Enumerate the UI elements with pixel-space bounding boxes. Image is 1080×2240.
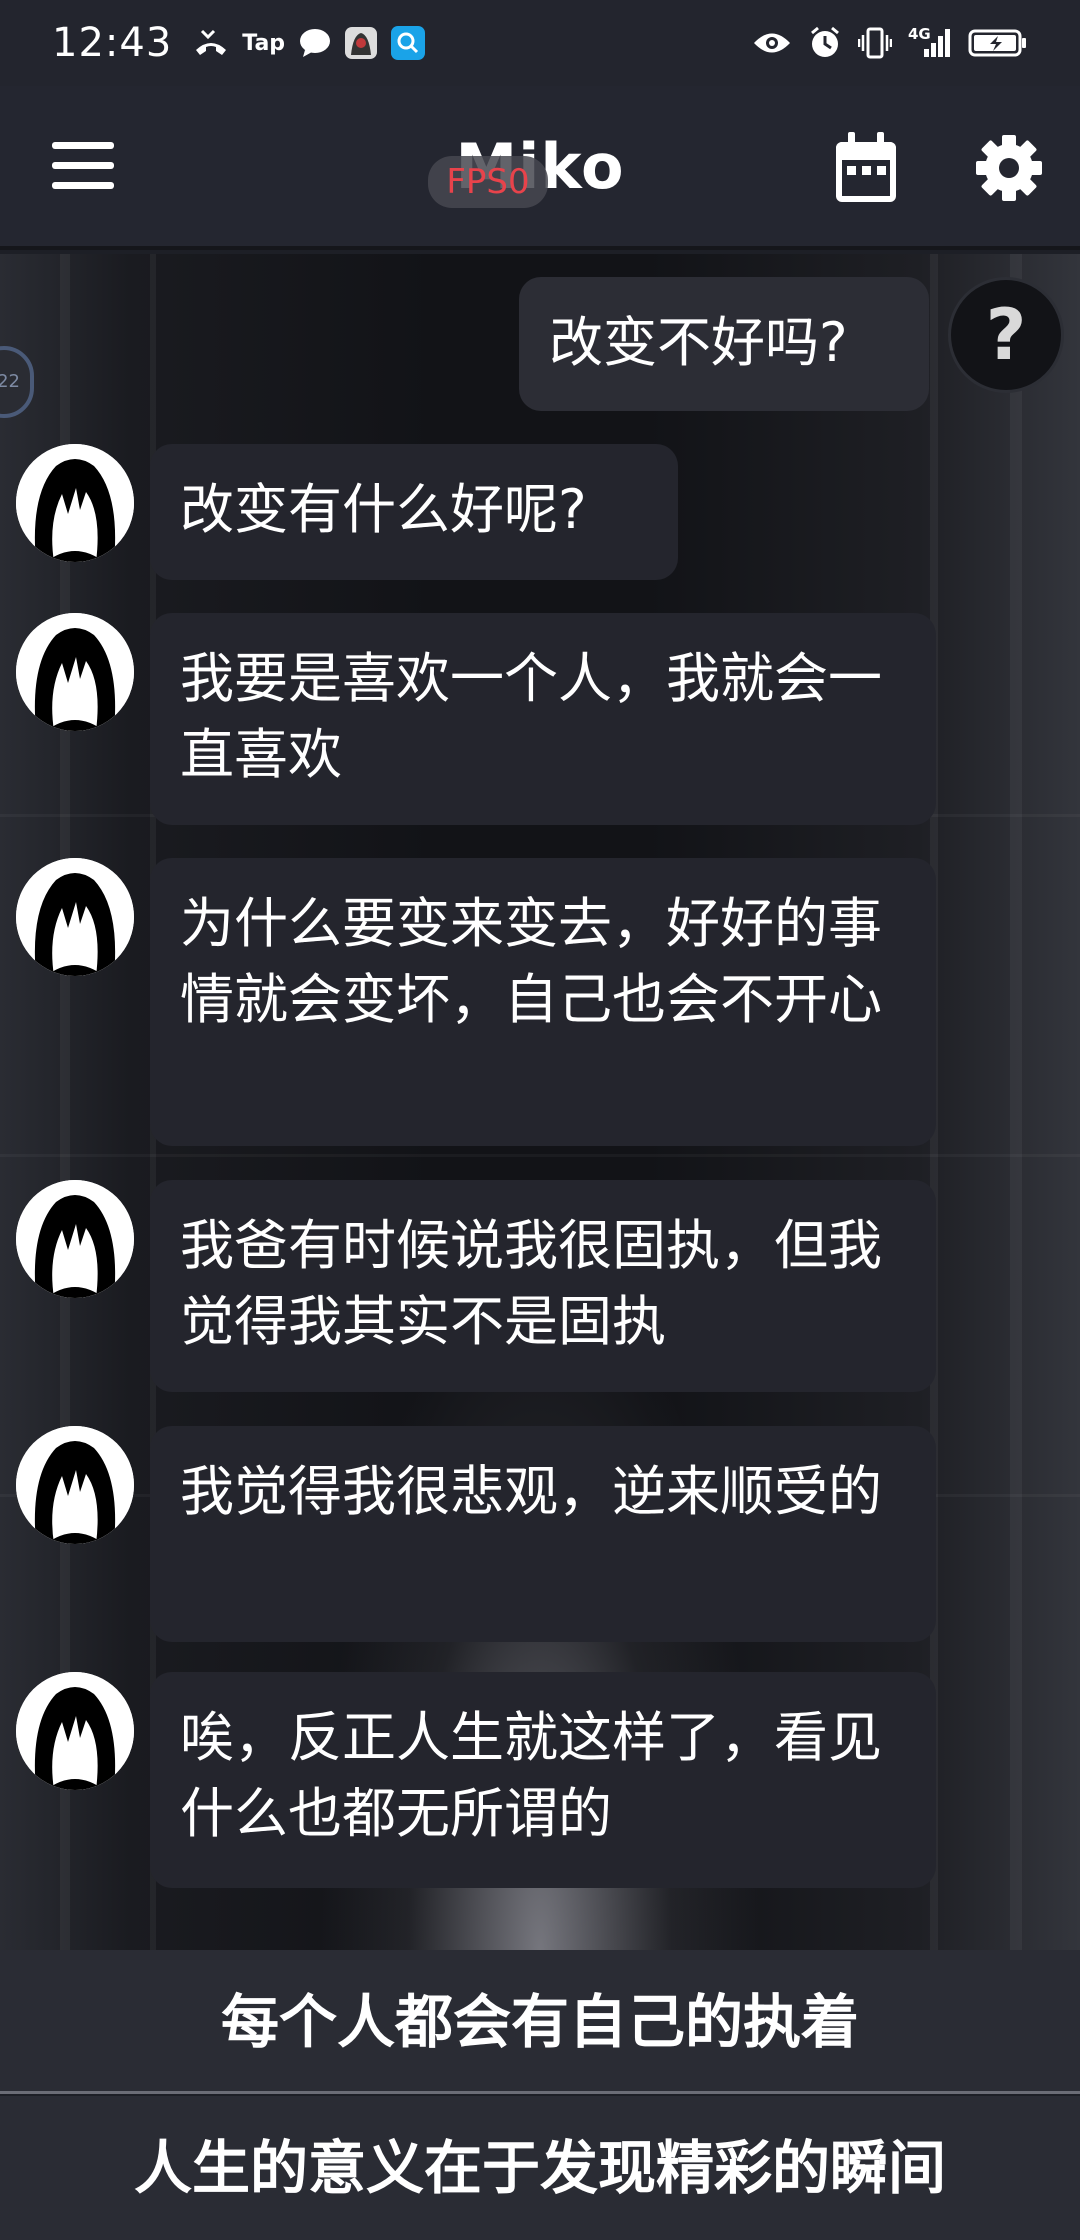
bot-message-bubble: 唉，反正人生就这样了，看见什么也都无所谓的 xyxy=(150,1672,936,1888)
avatar[interactable] xyxy=(16,1426,134,1544)
settings-button[interactable] xyxy=(974,132,1044,204)
status-notification-icons: Tap xyxy=(194,26,426,60)
gear-icon xyxy=(976,135,1042,201)
bot-message-bubble: 改变有什么好呢? xyxy=(150,444,678,580)
missed-call-icon xyxy=(194,28,228,58)
avatar-icon xyxy=(16,858,134,976)
battery-icon xyxy=(968,28,1028,58)
message-text: 改变有什么好呢? xyxy=(180,478,587,541)
network-type-label: 4G xyxy=(908,25,931,43)
tap-app-icon: Tap xyxy=(242,30,286,56)
alarm-icon xyxy=(808,26,842,60)
app-avatar-icon xyxy=(345,27,378,59)
avatar-icon xyxy=(16,1426,134,1544)
bot-message-bubble: 我觉得我很悲观，逆来顺受的 xyxy=(150,1426,936,1642)
avatar-icon xyxy=(16,1672,134,1790)
avatar[interactable] xyxy=(16,444,134,562)
bot-message-bubble: 为什么要变来变去，好好的事情就会变坏，自己也会不开心 xyxy=(150,858,936,1146)
calendar-button[interactable] xyxy=(834,132,898,204)
status-system-icons: 4G xyxy=(752,25,1028,60)
background-decoration xyxy=(1010,254,1022,1950)
message-text: 唉，反正人生就这样了，看见什么也都无所谓的 xyxy=(180,1706,882,1845)
suggested-reply-button[interactable]: 每个人都会有自己的执着 xyxy=(0,1950,1080,2094)
eye-icon xyxy=(752,30,792,56)
message-text: 我觉得我很悲观，逆来顺受的 xyxy=(180,1460,882,1523)
message-text: 我爸有时候说我很固执，但我觉得我其实不是固执 xyxy=(180,1214,882,1353)
chat-bubble-icon xyxy=(299,28,331,58)
avatar-icon xyxy=(16,444,134,562)
avatar[interactable] xyxy=(16,1180,134,1298)
avatar[interactable] xyxy=(16,1672,134,1790)
user-message-bubble: 改变不好吗? xyxy=(519,277,929,411)
avatar[interactable] xyxy=(16,613,134,731)
suggested-reply-button[interactable]: 人生的意义在于发现精彩的瞬间 xyxy=(0,2096,1080,2240)
fps-badge: FPS0 xyxy=(428,156,548,208)
bot-message-bubble: 我要是喜欢一个人，我就会一直喜欢 xyxy=(150,613,936,825)
message-text: 我要是喜欢一个人，我就会一直喜欢 xyxy=(180,647,882,786)
avatar-icon xyxy=(16,613,134,731)
message-text: 为什么要变来变去，好好的事情就会变坏，自己也会不开心 xyxy=(180,892,882,1031)
avatar[interactable] xyxy=(16,858,134,976)
message-text: 改变不好吗? xyxy=(549,311,848,374)
search-app-icon xyxy=(391,26,426,60)
vibrate-icon xyxy=(858,27,892,59)
status-bar: 12:43 Tap 4G xyxy=(0,0,1080,86)
app-bar: Miko FPS0 xyxy=(0,86,1080,250)
status-time: 12:43 xyxy=(52,20,173,66)
calendar-icon xyxy=(836,132,896,202)
help-button[interactable]: ? xyxy=(948,277,1064,393)
bot-message-bubble: 我爸有时候说我很固执，但我觉得我其实不是固执 xyxy=(150,1180,936,1392)
avatar-icon xyxy=(16,1180,134,1298)
background-decoration xyxy=(0,1154,1080,1157)
signal-icon: 4G xyxy=(908,25,952,59)
